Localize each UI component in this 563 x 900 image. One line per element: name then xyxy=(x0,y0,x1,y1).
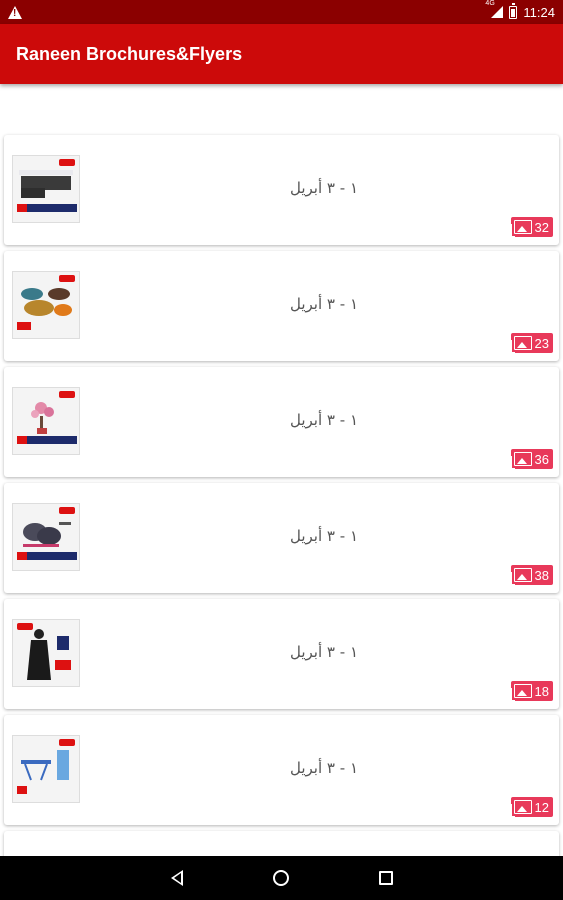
page-count-badge: 18 xyxy=(510,681,553,701)
network-type-label: 4G xyxy=(485,0,495,7)
brochure-date: ١ - ٣ أبريل xyxy=(290,527,358,545)
warning-icon xyxy=(8,5,22,19)
price-tag xyxy=(17,322,31,330)
battery-icon xyxy=(509,2,518,19)
home-icon[interactable] xyxy=(272,870,289,886)
kids-table-image xyxy=(21,750,69,781)
brochure-card[interactable]: ١ - ٣ أبريل 23 xyxy=(4,251,559,361)
price-tag xyxy=(17,436,27,444)
gallery-icon xyxy=(510,568,532,585)
brochure-thumbnail[interactable] xyxy=(12,387,80,455)
page-count: 18 xyxy=(534,683,549,699)
brochure-date: ١ - ٣ أبريل xyxy=(290,295,358,313)
page-count: 32 xyxy=(534,219,549,235)
brand-logo xyxy=(59,739,75,746)
brochure-date: ١ - ٣ أبريل xyxy=(290,759,358,777)
recents-icon[interactable] xyxy=(378,871,393,885)
back-icon[interactable] xyxy=(170,870,183,886)
brand-logo xyxy=(59,507,75,514)
brochure-thumbnail[interactable] xyxy=(12,619,80,687)
page-count-badge: 23 xyxy=(510,333,553,353)
page-count: 36 xyxy=(534,451,549,467)
page-count-badge: 36 xyxy=(510,449,553,469)
brand-logo xyxy=(59,391,75,398)
page-count: 12 xyxy=(534,799,549,815)
brochure-card[interactable]: ١ - ٣ أبريل 18 xyxy=(4,599,559,709)
brand-logo xyxy=(59,159,75,166)
abaya-image xyxy=(27,629,71,680)
brochure-card[interactable]: ١ - ٣ أبريل 12 xyxy=(4,715,559,825)
brochure-thumbnail[interactable] xyxy=(12,503,80,571)
navigation-bar xyxy=(0,856,563,900)
brochure-thumbnail[interactable] xyxy=(12,735,80,803)
price-tag xyxy=(17,552,27,560)
pans-image xyxy=(23,522,71,547)
brochure-thumbnail[interactable] xyxy=(12,155,80,223)
brochure-card[interactable]: ١ - ٣ أبريل 38 xyxy=(4,483,559,593)
gallery-icon xyxy=(510,800,532,817)
gallery-icon xyxy=(510,220,532,237)
status-bar: 4G 11:24 xyxy=(0,0,563,24)
page-count-badge: 12 xyxy=(510,797,553,817)
price-tag xyxy=(17,786,27,794)
brochure-card[interactable] xyxy=(4,831,559,856)
brochure-card[interactable]: ١ - ٣ أبريل 32 xyxy=(4,135,559,245)
gallery-icon xyxy=(510,684,532,701)
signal-icon: 4G xyxy=(485,0,504,18)
status-clock: 11:24 xyxy=(523,4,555,20)
page-count: 23 xyxy=(534,335,549,351)
price-tag xyxy=(17,204,27,212)
gallery-icon xyxy=(510,452,532,469)
brochure-date: ١ - ٣ أبريل xyxy=(290,411,358,429)
brand-logo xyxy=(59,275,75,282)
page-count-badge: 32 xyxy=(510,217,553,237)
gallery-icon xyxy=(510,336,532,353)
app-title: Raneen Brochures&Flyers xyxy=(16,43,243,64)
app-bar: Raneen Brochures&Flyers xyxy=(0,24,563,84)
flower-vase-image xyxy=(31,402,54,434)
brochure-thumbnail[interactable] xyxy=(12,271,80,339)
page-count-badge: 38 xyxy=(510,565,553,585)
brochure-list[interactable]: ١ - ٣ أبريل 32 ١ - ٣ أبريل 23 ١ - ٣ أبري… xyxy=(0,84,563,856)
sofa-image xyxy=(19,170,73,198)
brochure-card[interactable]: ١ - ٣ أبريل 36 xyxy=(4,367,559,477)
bags-image xyxy=(21,288,72,316)
brochure-date: ١ - ٣ أبريل xyxy=(290,179,358,197)
page-count: 38 xyxy=(534,567,549,583)
brochure-date: ١ - ٣ أبريل xyxy=(290,643,358,661)
